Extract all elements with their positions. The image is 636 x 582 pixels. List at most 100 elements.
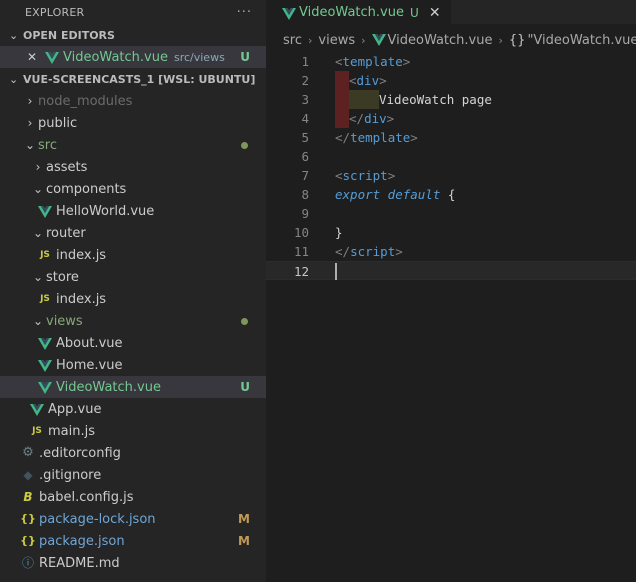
code-line[interactable]: 6 [266, 147, 636, 166]
chevron-down-icon: ⌄ [32, 270, 44, 284]
tree-item-label: .gitignore [39, 467, 102, 483]
chevron-right-icon: › [27, 94, 33, 108]
code-line[interactable]: 3 VideoWatch page [266, 90, 636, 109]
breadcrumb-item[interactable]: src [283, 33, 302, 48]
vue-file-icon [37, 336, 53, 350]
code-token: > [379, 73, 387, 88]
code-token: </ [335, 244, 351, 259]
tree-item-label: App.vue [48, 401, 102, 417]
js-file-icon: JS [32, 426, 42, 436]
json-braces-icon: {} [508, 32, 526, 48]
git-status-badge: U [240, 50, 250, 64]
workspace-section[interactable]: ⌄ VUE-SCREENCASTS_1 [WSL: UBUNTU] [0, 68, 266, 90]
code-line[interactable]: 9 [266, 204, 636, 223]
tree-file-package[interactable]: {} package.json M [0, 530, 266, 552]
chevron-down-icon: ⌄ [32, 182, 44, 196]
tree-folder-node-modules[interactable]: › node_modules [0, 90, 266, 112]
tree-item-label: router [46, 225, 86, 241]
code-line[interactable]: 8 export default { [266, 185, 636, 204]
code-token: > [395, 244, 403, 259]
tree-folder-components[interactable]: ⌄ components [0, 178, 266, 200]
tree-file-package-lock[interactable]: {} package-lock.json M [0, 508, 266, 530]
code-token: > [386, 111, 395, 126]
js-file-icon: JS [40, 294, 50, 304]
tree-folder-store[interactable]: ⌄ store [0, 266, 266, 288]
code-token: VideoWatch page [379, 92, 492, 107]
close-icon[interactable]: ✕ [427, 5, 443, 21]
tree-folder-src[interactable]: ⌄ src [0, 134, 266, 156]
tree-folder-assets[interactable]: › assets [0, 156, 266, 178]
line-content: <div> [335, 71, 387, 90]
tree-file-helloworld[interactable]: HelloWorld.vue [0, 200, 266, 222]
tree-file-router-index[interactable]: JS index.js [0, 244, 266, 266]
git-change-dot [241, 141, 248, 149]
open-editors-section[interactable]: ⌄ OPEN EDITORS [0, 24, 266, 46]
code-line[interactable]: 2 <div> [266, 71, 636, 90]
tree-item-label: index.js [56, 247, 107, 263]
chevron-down-icon: ⌄ [32, 226, 44, 240]
code-line[interactable]: 12 [266, 261, 636, 280]
code-token: template [350, 130, 411, 145]
more-actions-icon[interactable]: ··· [237, 5, 252, 20]
code-line[interactable]: 5 </template> [266, 128, 636, 147]
line-content: </div> [335, 109, 394, 128]
chevron-down-icon: ⌄ [24, 138, 36, 152]
chevron-right-icon: › [498, 33, 503, 47]
babel-icon: B [23, 490, 33, 504]
git-status-badge: U [409, 5, 419, 20]
code-token: </ [335, 130, 351, 145]
tree-folder-public[interactable]: › public [0, 112, 266, 134]
tree-folder-views[interactable]: ⌄ views [0, 310, 266, 332]
tree-file-about[interactable]: About.vue [0, 332, 266, 354]
open-editor-item[interactable]: ✕ VideoWatch.vue src/views U [0, 46, 266, 68]
text-cursor [335, 263, 337, 280]
git-status-badge: U [240, 380, 250, 394]
tree-file-readme[interactable]: ⓘ README.md [0, 552, 266, 574]
tree-folder-router[interactable]: ⌄ router [0, 222, 266, 244]
tree-item-label: main.js [48, 423, 95, 439]
breadcrumb-item[interactable]: views [318, 33, 355, 48]
chevron-down-icon: ⌄ [32, 314, 44, 328]
tree-item-label: index.js [56, 291, 107, 307]
line-content: <template> [335, 52, 410, 71]
tree-file-main[interactable]: JS main.js [0, 420, 266, 442]
code-line[interactable]: 10} [266, 223, 636, 242]
breadcrumb-item[interactable]: "VideoWatch.vue" [527, 33, 636, 48]
chevron-right-icon: › [35, 160, 41, 174]
code-line[interactable]: 11 </script> [266, 242, 636, 261]
tree-file-gitignore[interactable]: ◆ .gitignore [0, 464, 266, 486]
chevron-right-icon: › [27, 116, 33, 130]
code-token: { [440, 187, 456, 202]
code-token: < [335, 168, 343, 183]
tab-videowatch[interactable]: VideoWatch.vue U ✕ [266, 0, 451, 24]
explorer-header: EXPLORER ··· [0, 0, 266, 24]
vue-file-icon [282, 6, 296, 20]
tree-file-home[interactable]: Home.vue [0, 354, 266, 376]
tree-item-label: About.vue [56, 335, 123, 351]
breadcrumb-item[interactable]: VideoWatch.vue [388, 33, 493, 48]
tree-item-label: store [46, 269, 79, 285]
tree-file-app[interactable]: App.vue [0, 398, 266, 420]
close-icon[interactable]: ✕ [24, 50, 40, 64]
code-line[interactable]: 4 </div> [266, 109, 636, 128]
code-line[interactable]: 1 <template> [266, 52, 636, 71]
line-number: 3 [301, 92, 309, 107]
tab-label: VideoWatch.vue [299, 5, 404, 20]
line-number: 9 [301, 206, 309, 221]
json-braces-icon: {} [20, 512, 36, 525]
line-content: export default { [335, 185, 455, 204]
explorer-title: EXPLORER [25, 5, 85, 19]
code-token: < [349, 73, 357, 88]
line-number: 12 [293, 264, 309, 279]
tree-file-editorconfig[interactable]: ⚙ .editorconfig [0, 442, 266, 464]
code-line[interactable]: 7 <script> [266, 166, 636, 185]
vue-file-icon [37, 204, 53, 218]
tree-file-videowatch[interactable]: VideoWatch.vue U [0, 376, 266, 398]
vue-file-icon [37, 358, 53, 372]
tree-item-label: .editorconfig [39, 445, 121, 461]
tree-file-store-index[interactable]: JS index.js [0, 288, 266, 310]
tree-file-babel[interactable]: B babel.config.js [0, 486, 266, 508]
vue-file-icon [44, 50, 60, 64]
code-editor[interactable]: 1 <template> 2 <div> 3 VideoWatch page 4 </div>… [266, 52, 636, 280]
code-token: > [410, 130, 418, 145]
